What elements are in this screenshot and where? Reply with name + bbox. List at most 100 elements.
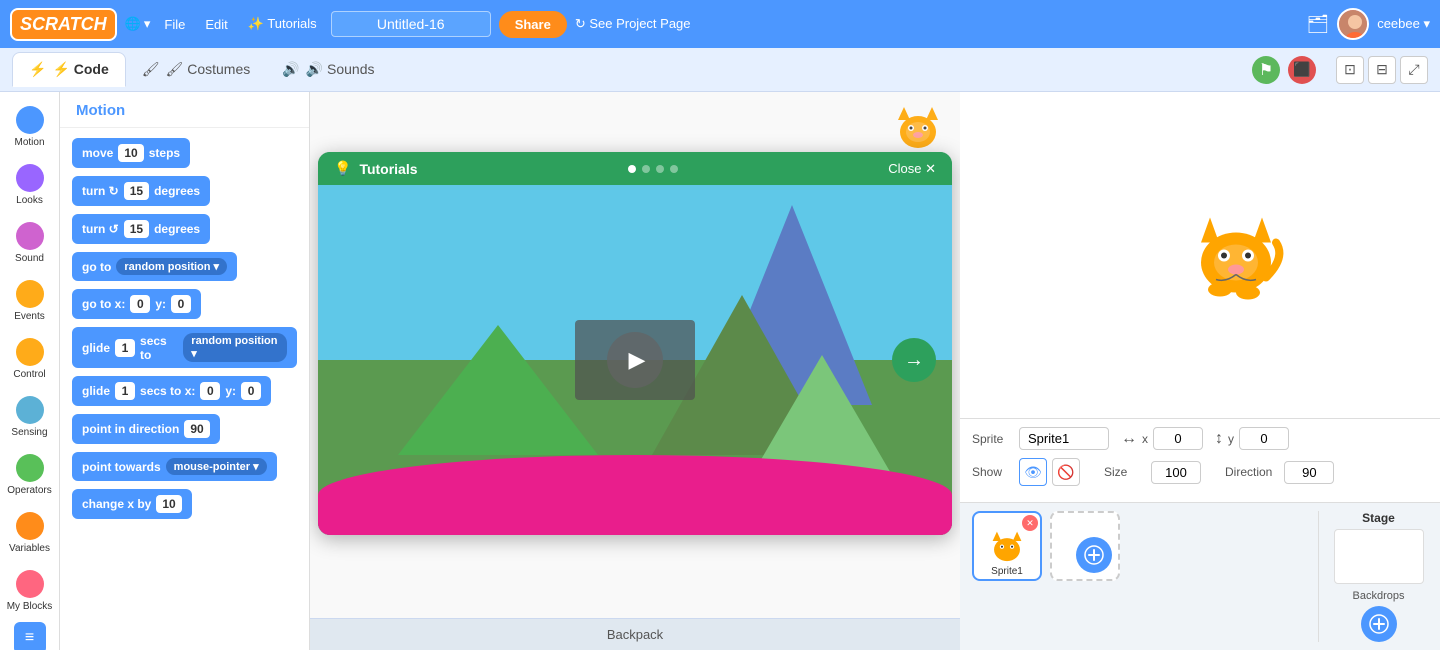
block-glide2-val[interactable]: 1 [115, 382, 135, 400]
sidebar-label-variables: Variables [9, 543, 50, 554]
block-point-towards-dropdown[interactable]: mouse-pointer ▾ [166, 458, 267, 475]
stop-button[interactable]: ⬛ [1288, 56, 1316, 84]
user-name[interactable]: ceebee ▾ [1377, 16, 1430, 32]
globe-icon: 🌐 [125, 16, 141, 32]
block-goto-dropdown[interactable]: random position ▾ [116, 258, 227, 275]
block-goto-xy-x[interactable]: 0 [130, 295, 150, 313]
block-glide2-y[interactable]: 0 [241, 382, 261, 400]
block-goto-xy-y[interactable]: 0 [171, 295, 191, 313]
mountain1 [398, 325, 598, 455]
block-change-x[interactable]: change x by 10 [72, 489, 192, 519]
tutorial-dot-4[interactable] [670, 165, 678, 173]
fullscreen-button[interactable]: ⤢ [1400, 56, 1428, 84]
sidebar-item-my-blocks[interactable]: My Blocks [3, 564, 57, 618]
sidebar-item-variables[interactable]: Variables [3, 506, 57, 560]
globe-button[interactable]: 🌐 ▾ [125, 16, 151, 32]
block-point-towards[interactable]: point towards mouse-pointer ▾ [72, 452, 277, 481]
block-change-x-label: change x by [82, 497, 151, 511]
mountain3 [752, 355, 892, 475]
add-sprite-button[interactable] [1076, 537, 1112, 573]
stage-label: Stage [1362, 511, 1395, 525]
tutorial-title: 💡 Tutorials [334, 160, 418, 177]
sidebar-label-sound: Sound [15, 253, 44, 264]
tutorials-button[interactable]: ✨ Tutorials [242, 16, 323, 32]
block-point-dir[interactable]: point in direction 90 [72, 414, 220, 444]
file-menu[interactable]: File [158, 17, 191, 32]
edit-menu[interactable]: Edit [199, 17, 233, 32]
sidebar-item-motion[interactable]: Motion [3, 100, 57, 154]
block-glide2-x[interactable]: 0 [200, 382, 220, 400]
motion-dot [16, 106, 44, 134]
x-arrow-icon: ↔ [1121, 430, 1137, 448]
variables-dot [16, 512, 44, 540]
y-input[interactable] [1239, 427, 1289, 450]
direction-input[interactable] [1284, 461, 1334, 484]
x-input[interactable] [1153, 427, 1203, 450]
green-flag-button[interactable]: ⚑ [1252, 56, 1280, 84]
operators-dot [16, 454, 44, 482]
show-label: Show [972, 465, 1007, 479]
events-dot [16, 280, 44, 308]
tab-sounds-label: 🔊 Sounds [306, 61, 375, 78]
block-turn-right-value[interactable]: 15 [124, 182, 149, 200]
sprite-thumb-sprite1[interactable]: ✕ Sprite1 [972, 511, 1042, 581]
sidebar-menu-icon[interactable]: ≡ [14, 622, 46, 650]
play-button[interactable]: ▶ [607, 332, 663, 388]
block-move[interactable]: move 10 steps [72, 138, 190, 168]
sprite-thumb-name: Sprite1 [991, 566, 1023, 577]
my-blocks-dot [16, 570, 44, 598]
project-title-input[interactable] [331, 11, 491, 37]
top-nav: SCRATCH 🌐 ▾ File Edit ✨ Tutorials Share … [0, 0, 1440, 48]
user-avatar[interactable] [1337, 8, 1369, 40]
right-panel: Sprite ↔ x ↕ y Show 👁 🚫 [960, 92, 1440, 650]
folder-icon[interactable]: 🗂 [1306, 14, 1329, 35]
block-point-towards-label: point towards [82, 460, 161, 474]
block-goto-label: go to [82, 260, 111, 274]
block-glide2-label: glide [82, 384, 110, 398]
tutorial-dot-1[interactable] [628, 165, 636, 173]
block-glide1[interactable]: glide 1 secs to random position ▾ [72, 327, 297, 368]
tab-costumes[interactable]: 🖌 🖌 Costumes [126, 53, 266, 86]
block-point-dir-value[interactable]: 90 [184, 420, 209, 438]
tab-sounds[interactable]: 🔊 🔊 Sounds [266, 53, 390, 86]
block-glide1-val[interactable]: 1 [115, 339, 135, 357]
block-move-value[interactable]: 10 [118, 144, 143, 162]
block-turn-left-value[interactable]: 15 [124, 220, 149, 238]
sidebar-item-looks[interactable]: Looks [3, 158, 57, 212]
sidebar-item-operators[interactable]: Operators [3, 448, 57, 502]
blocks-panel: Motion move 10 steps turn ↻ 15 degrees t… [60, 92, 310, 650]
tutorial-close-button[interactable]: Close ✕ [888, 161, 936, 177]
normal-stage-button[interactable]: ⊟ [1368, 56, 1396, 84]
block-goto[interactable]: go to random position ▾ [72, 252, 237, 281]
block-glide1-dropdown[interactable]: random position ▾ [183, 333, 287, 362]
sidebar-item-sensing[interactable]: Sensing [3, 390, 57, 444]
next-button[interactable]: → [892, 338, 936, 382]
sidebar-item-events[interactable]: Events [3, 274, 57, 328]
sprite-name-input[interactable] [1019, 427, 1109, 450]
costumes-icon: 🖌 [142, 61, 160, 78]
y-label: y [1228, 432, 1234, 446]
block-turn-right[interactable]: turn ↻ 15 degrees [72, 176, 210, 206]
block-change-x-value[interactable]: 10 [156, 495, 181, 513]
sidebar-item-sound[interactable]: Sound [3, 216, 57, 270]
block-turn-left[interactable]: turn ↺ 15 degrees [72, 214, 210, 244]
share-button[interactable]: Share [499, 11, 567, 38]
block-goto-xy[interactable]: go to x: 0 y: 0 [72, 289, 201, 319]
sidebar-label-motion: Motion [14, 137, 44, 148]
show-visible-btn[interactable]: 👁 [1019, 458, 1047, 486]
sidebar-label-sensing: Sensing [11, 427, 47, 438]
small-stage-button[interactable]: ⊡ [1336, 56, 1364, 84]
add-backdrop-button[interactable] [1361, 606, 1397, 642]
show-hidden-btn[interactable]: 🚫 [1052, 458, 1080, 486]
block-glide2[interactable]: glide 1 secs to x: 0 y: 0 [72, 376, 271, 406]
sidebar-item-control[interactable]: Control [3, 332, 57, 386]
block-turn-left-label: turn ↺ [82, 222, 119, 236]
tutorial-dot-2[interactable] [642, 165, 650, 173]
size-input[interactable] [1151, 461, 1201, 484]
sidebar: Motion Looks Sound Events Control Sensin… [0, 92, 60, 650]
scratch-logo[interactable]: SCRATCH [10, 8, 117, 41]
sprite-thumb-close[interactable]: ✕ [1022, 515, 1038, 531]
see-project-button[interactable]: ↻ See Project Page [575, 16, 691, 32]
tutorial-dot-3[interactable] [656, 165, 664, 173]
tab-code[interactable]: ⚡ ⚡ Code [12, 52, 126, 87]
